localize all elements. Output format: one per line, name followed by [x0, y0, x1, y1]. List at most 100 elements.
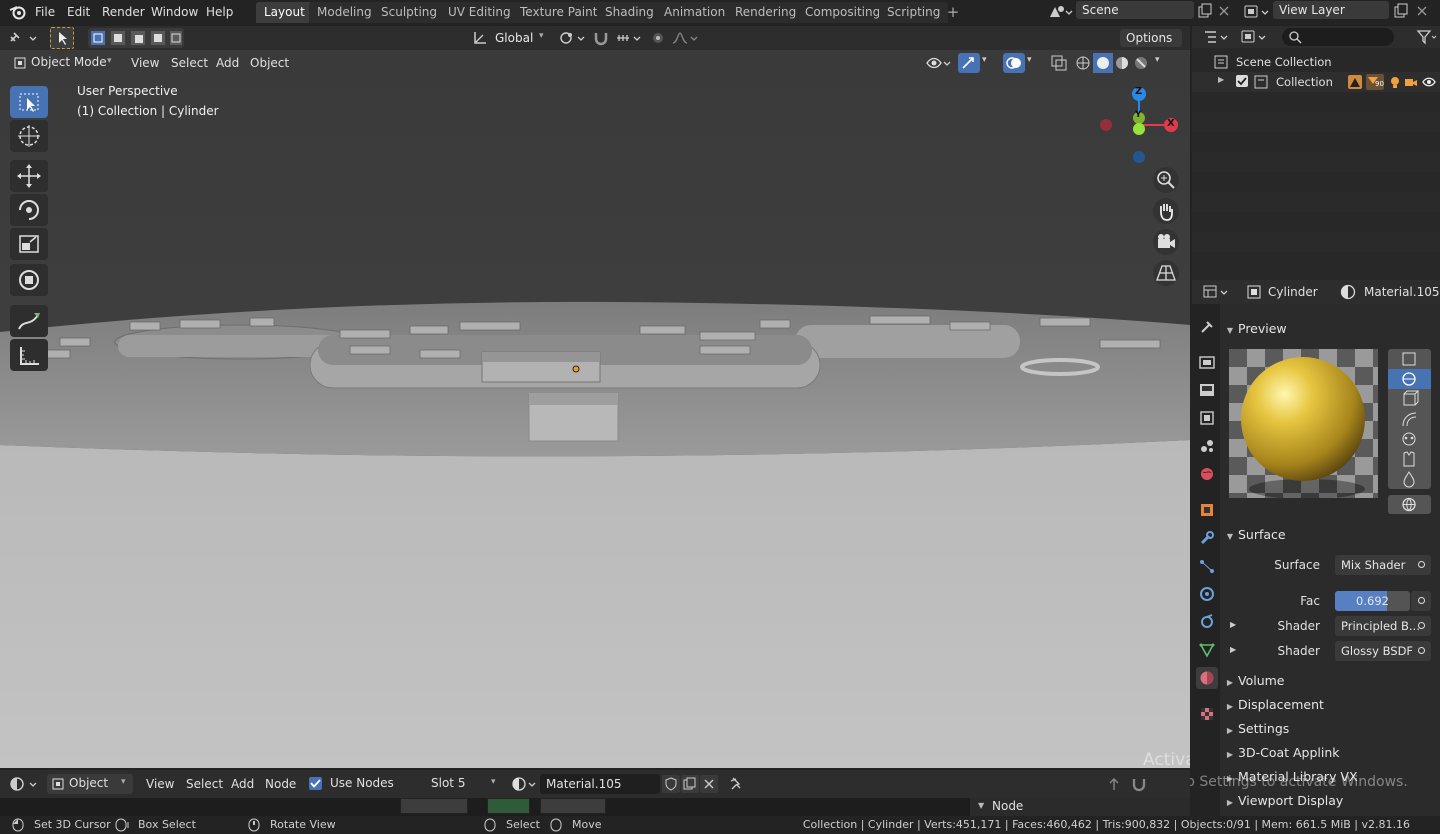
shading-mode-group[interactable]: [1072, 53, 1152, 73]
tool-transform[interactable]: [10, 264, 48, 296]
surface-shader-field[interactable]: Mix Shader: [1335, 555, 1431, 575]
snap-increment-icon[interactable]: [614, 29, 644, 47]
world-tab-icon[interactable]: [1196, 463, 1218, 485]
displacement-section-header[interactable]: ▶ Displacement: [1222, 694, 1436, 716]
unlink-material-icon[interactable]: [700, 775, 718, 793]
new-view-layer-icon[interactable]: [1393, 3, 1409, 19]
preview-world-icon[interactable]: [1388, 495, 1431, 514]
scene-tab-icon[interactable]: [1196, 435, 1218, 457]
zoom-icon[interactable]: [1153, 167, 1179, 193]
tool-cursor[interactable]: [10, 120, 48, 152]
transform-orientation-icon[interactable]: [471, 29, 489, 47]
tab-texture-paint[interactable]: Texture Paint: [512, 2, 606, 23]
new-scene-icon[interactable]: [1197, 3, 1213, 19]
preview-monkey-icon[interactable]: [1388, 429, 1431, 449]
object-filter-icon[interactable]: [1348, 75, 1362, 89]
outliner-row-scene-collection[interactable]: Scene Collection: [1192, 52, 1440, 72]
tool-measure[interactable]: [10, 339, 48, 371]
chevron-down-icon[interactable]: ▾: [982, 55, 987, 65]
tab-scripting[interactable]: Scripting: [879, 2, 949, 23]
pivot-point-icon[interactable]: [557, 29, 587, 47]
xray-toggle-icon[interactable]: [1050, 54, 1068, 72]
preview-cloth-icon[interactable]: [1388, 449, 1431, 469]
tab-modeling[interactable]: Modeling: [309, 2, 380, 23]
node-menu-select[interactable]: Select: [180, 775, 229, 793]
settings-section-header[interactable]: ▶ Settings: [1222, 718, 1436, 740]
view-layer-tab-icon[interactable]: [1196, 407, 1218, 429]
viewport-menu-view[interactable]: View: [125, 54, 165, 72]
camera-filter-icon[interactable]: [1404, 75, 1418, 92]
node-menu-node[interactable]: Node: [259, 775, 302, 793]
constraints-tab-icon[interactable]: [1196, 611, 1218, 633]
preview-cube-icon[interactable]: [1388, 389, 1431, 409]
outliner-editor-icon[interactable]: [1202, 28, 1232, 46]
shader2-field[interactable]: Glossy BSDF: [1335, 641, 1431, 661]
pin-icon[interactable]: [727, 776, 743, 792]
outliner-row-collection[interactable]: ▶ Collection 90: [1192, 72, 1440, 92]
visibility-eye-icon[interactable]: [1422, 76, 1436, 91]
tab-shading[interactable]: Shading: [597, 2, 662, 23]
object-tab-icon[interactable]: [1196, 499, 1218, 521]
texture-tab-icon[interactable]: [1196, 703, 1218, 725]
tool-tab-icon[interactable]: [1196, 316, 1218, 338]
tab-sculpting[interactable]: Sculpting: [373, 2, 446, 23]
viewport-menu-add[interactable]: Add: [210, 54, 245, 72]
shader1-field[interactable]: Principled B...: [1335, 616, 1431, 636]
navigation-gizmo[interactable]: Z X Y: [1096, 82, 1182, 168]
3d-viewport[interactable]: User Perspective (1) Collection | Cylind…: [0, 50, 1190, 768]
select-tweak-button[interactable]: [50, 27, 74, 49]
scene-selector-icon[interactable]: [1047, 3, 1073, 21]
shader-type-dropdown[interactable]: Object ▾: [47, 774, 133, 794]
preview-fluid-icon[interactable]: [1388, 469, 1431, 489]
modifier-tab-icon[interactable]: [1196, 527, 1218, 549]
menu-render[interactable]: Render: [96, 3, 151, 21]
chevron-down-icon[interactable]: ▾: [1155, 55, 1160, 65]
tool-rotate[interactable]: [10, 194, 48, 226]
node-canvas[interactable]: ▼ Node: [0, 798, 1190, 816]
menu-file[interactable]: File: [29, 3, 61, 21]
view-layer-field[interactable]: View Layer: [1273, 1, 1389, 19]
snap-icon[interactable]: [1131, 776, 1147, 792]
collection-checkbox[interactable]: [1236, 75, 1248, 87]
expand-arrow-icon[interactable]: ▶: [1230, 645, 1236, 654]
filter-count-icon[interactable]: 90: [1366, 74, 1384, 90]
tab-rendering[interactable]: Rendering: [727, 2, 805, 23]
delete-view-layer-icon[interactable]: [1415, 3, 1429, 19]
selection-mode-group[interactable]: [88, 28, 184, 48]
preview-hair-icon[interactable]: [1388, 409, 1431, 429]
view-layer-icon[interactable]: [1243, 3, 1271, 21]
volume-section-header[interactable]: ▶ Volume: [1222, 670, 1436, 692]
pan-hand-icon[interactable]: [1153, 198, 1179, 224]
physics-tab-icon[interactable]: [1196, 583, 1218, 605]
display-mode-icon[interactable]: [1240, 28, 1270, 46]
material-name-field[interactable]: Material.105: [540, 774, 660, 794]
options-dropdown[interactable]: Options: [1120, 29, 1182, 47]
node-menu-add[interactable]: Add: [225, 775, 260, 793]
camera-view-icon[interactable]: [1153, 229, 1179, 255]
render-tab-icon[interactable]: [1196, 351, 1218, 373]
add-workspace-button[interactable]: +: [945, 3, 961, 21]
light-icon[interactable]: [1388, 75, 1402, 92]
use-nodes-checkbox[interactable]: [309, 777, 322, 790]
gizmo-toggle-icon[interactable]: [958, 53, 980, 73]
particles-tab-icon[interactable]: [1196, 555, 1218, 577]
scene-name-field[interactable]: Scene: [1076, 1, 1194, 19]
surface-section-header[interactable]: ▼ Surface: [1222, 524, 1436, 546]
tool-select-box[interactable]: [10, 86, 48, 118]
expand-arrow-icon[interactable]: ▶: [1218, 75, 1224, 84]
mesh-data-tab-icon[interactable]: [1196, 639, 1218, 661]
viewport-menu-object[interactable]: Object: [244, 54, 295, 72]
expand-arrow-icon[interactable]: ▶: [1230, 620, 1236, 629]
node-editor-type-icon[interactable]: [8, 775, 40, 793]
node-menu-view[interactable]: View: [140, 775, 180, 793]
duplicate-material-icon[interactable]: [681, 775, 699, 793]
output-tab-icon[interactable]: [1196, 379, 1218, 401]
visibility-eye-icon[interactable]: [925, 54, 951, 72]
filter-icon[interactable]: [1416, 28, 1438, 46]
fac-socket-button[interactable]: [1411, 591, 1431, 611]
menu-edit[interactable]: Edit: [61, 3, 96, 21]
blender-logo-icon[interactable]: [9, 4, 27, 20]
material-browse-icon[interactable]: [511, 776, 539, 792]
chevron-down-icon[interactable]: ▾: [1027, 55, 1032, 65]
viewport-display-section-header[interactable]: ▶ Viewport Display: [1222, 790, 1436, 812]
